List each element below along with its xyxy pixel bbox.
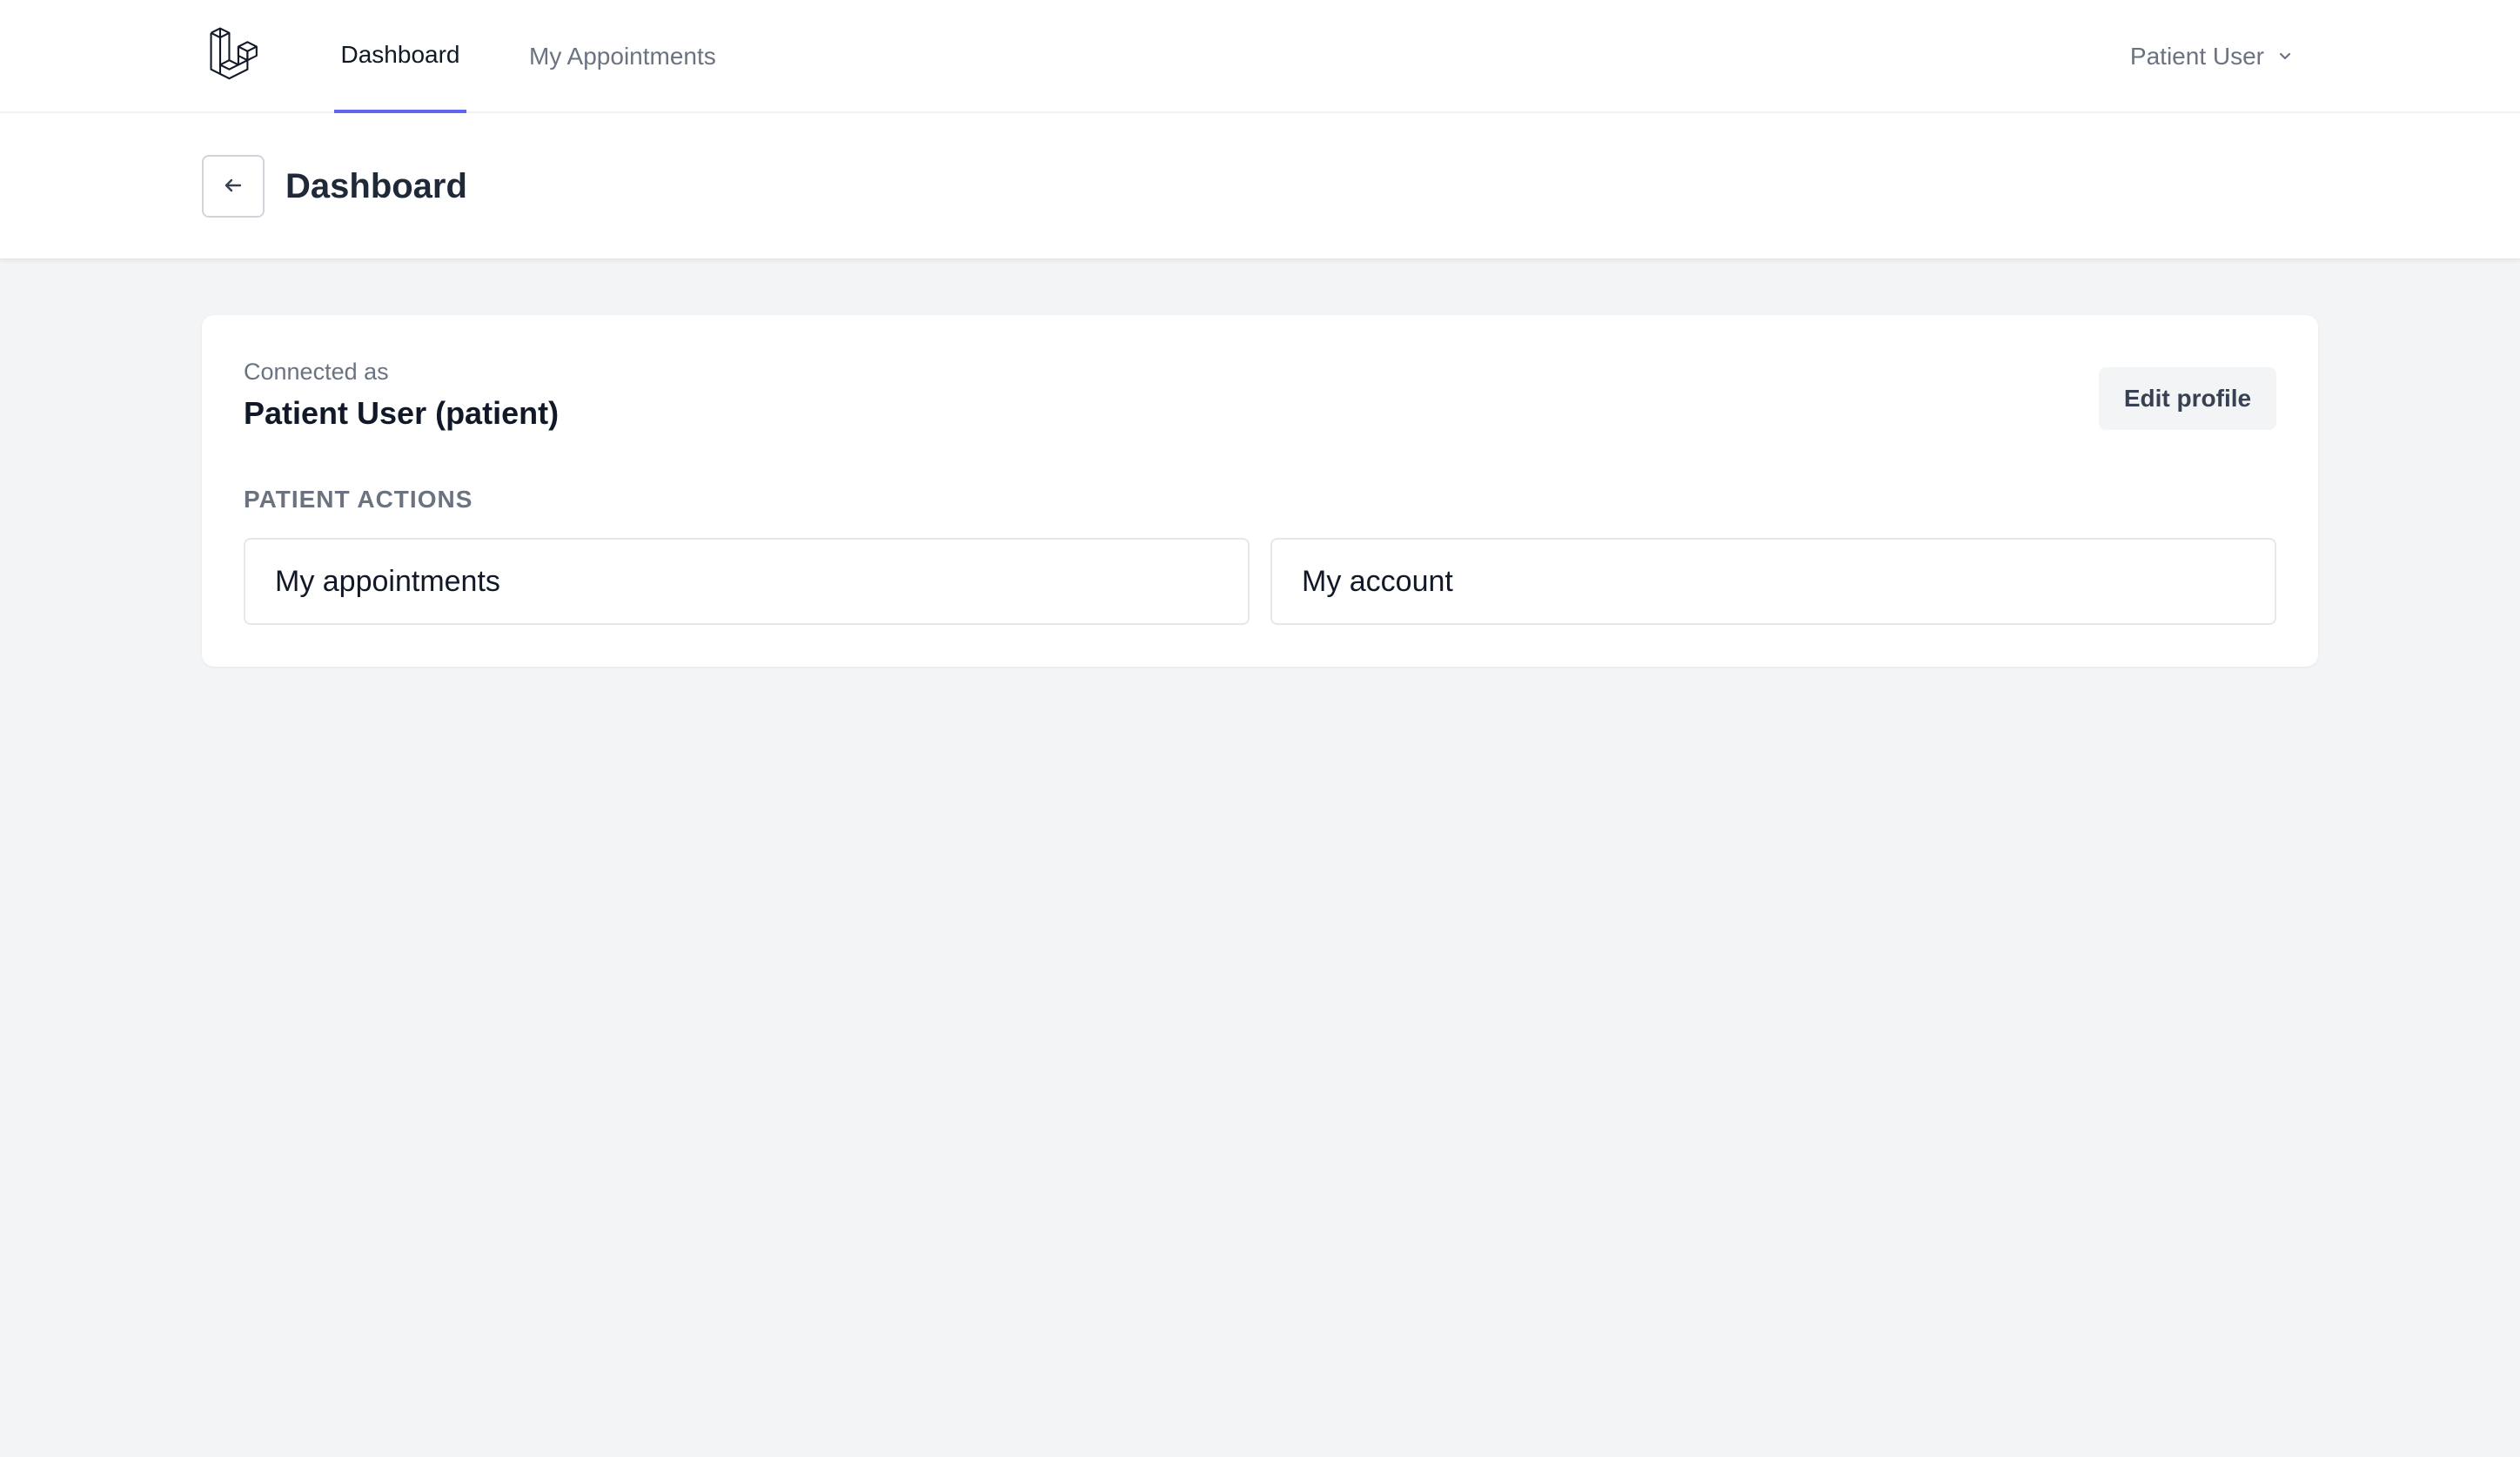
profile-card: Connected as Patient User (patient) Edit… bbox=[202, 315, 2318, 667]
connected-as-label: Connected as bbox=[244, 359, 389, 385]
user-menu-label: Patient User bbox=[2129, 43, 2264, 70]
my-account-tile[interactable]: My account bbox=[1270, 538, 2276, 625]
nav-link-dashboard[interactable]: Dashboard bbox=[334, 0, 466, 113]
connected-user-name: Patient User (patient) bbox=[244, 395, 560, 431]
edit-profile-button[interactable]: Edit profile bbox=[2099, 367, 2276, 430]
laravel-logo-icon[interactable] bbox=[205, 26, 265, 85]
page-title: Dashboard bbox=[285, 166, 467, 205]
nav-link-my-appointments[interactable]: My Appointments bbox=[529, 0, 716, 113]
page-header: Dashboard bbox=[0, 113, 2520, 259]
chevron-down-icon bbox=[2276, 43, 2294, 70]
arrow-left-icon bbox=[221, 173, 245, 200]
my-appointments-tile[interactable]: My appointments bbox=[244, 538, 1250, 625]
top-navigation: Dashboard My Appointments Patient User bbox=[0, 0, 2520, 113]
back-button[interactable] bbox=[202, 155, 265, 218]
user-menu-dropdown[interactable]: Patient User bbox=[2130, 0, 2294, 113]
patient-actions-heading: PATIENT ACTIONS bbox=[244, 486, 473, 513]
